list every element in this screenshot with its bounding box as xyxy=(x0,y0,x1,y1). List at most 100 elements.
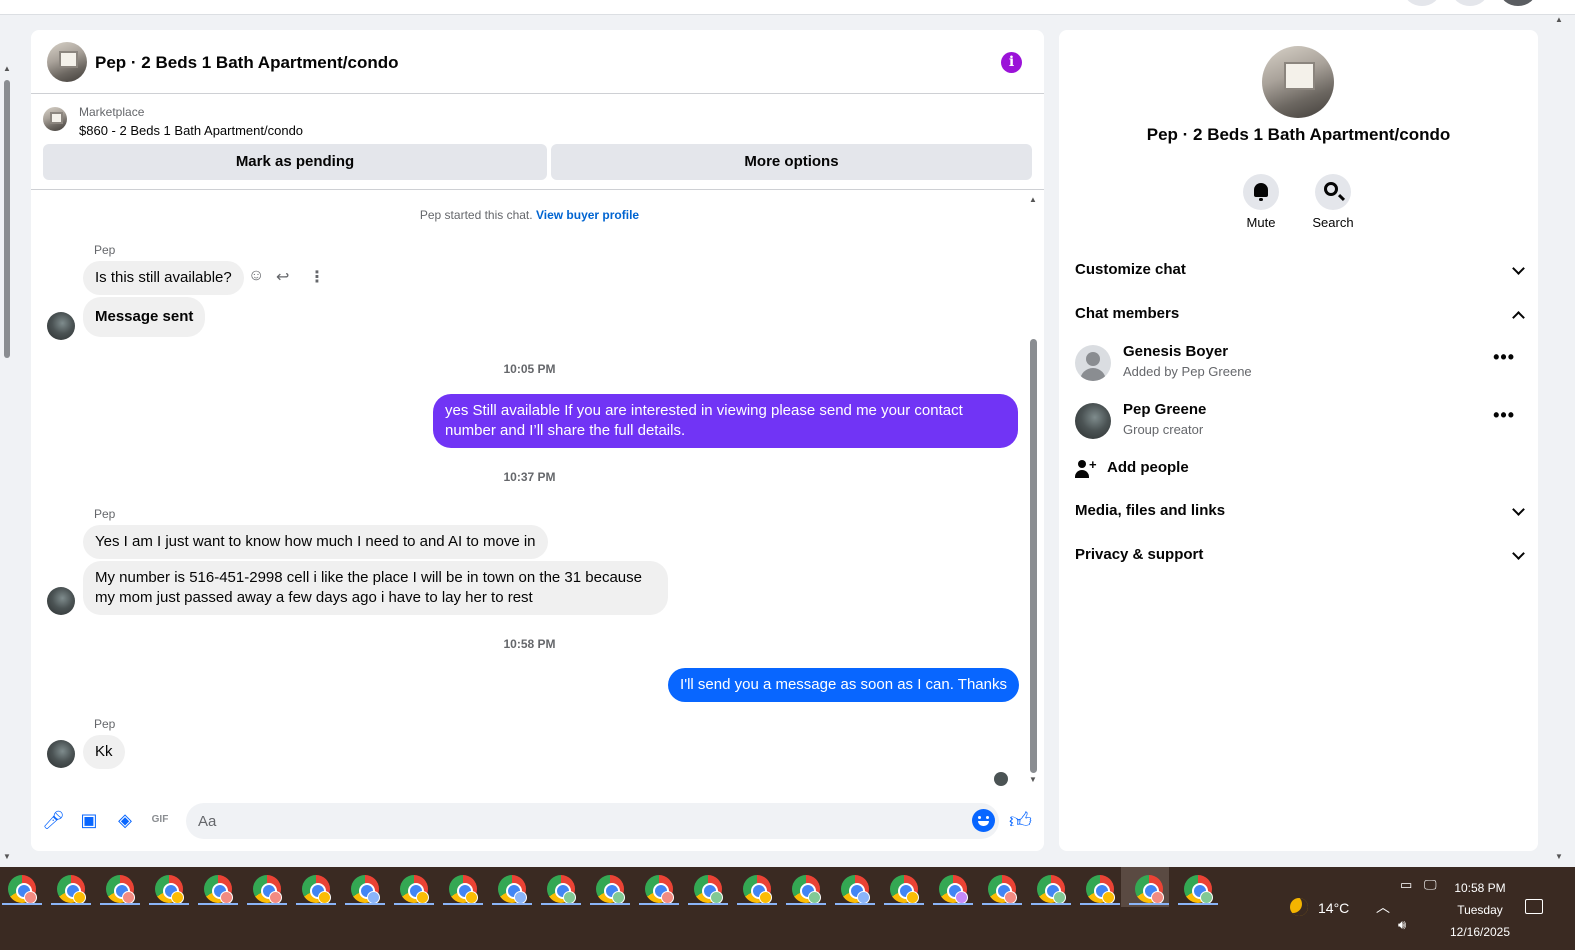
chrome-profile-icon[interactable] xyxy=(547,875,576,904)
emoji-icon[interactable] xyxy=(972,809,995,832)
scroll-up-arrow-icon[interactable]: ▲ xyxy=(1555,15,1563,24)
running-indicator xyxy=(982,903,1022,905)
chrome-profile-icon[interactable] xyxy=(1135,875,1164,904)
scrollbar-thumb[interactable] xyxy=(4,80,10,358)
chevron-down-icon xyxy=(1512,547,1525,560)
chrome-profile-icon[interactable] xyxy=(253,875,282,904)
chrome-profile-icon[interactable] xyxy=(841,875,870,904)
member-avatar xyxy=(1075,403,1111,439)
incoming-message[interactable]: Message sent xyxy=(83,297,206,337)
thumbs-up-icon[interactable]: 👍︎ xyxy=(1009,807,1032,834)
timestamp: 10:37 PM xyxy=(503,470,556,484)
sender-avatar[interactable] xyxy=(47,312,75,340)
react-icon[interactable]: ☺ xyxy=(248,267,264,285)
search-button[interactable]: Search xyxy=(1303,174,1363,230)
listing-thumbnail[interactable] xyxy=(43,107,67,131)
message-input-box[interactable] xyxy=(186,803,999,839)
message-input[interactable] xyxy=(198,803,958,839)
reply-icon[interactable]: ↩ xyxy=(276,267,289,287)
listing-price-title[interactable]: $860 - 2 Beds 1 Bath Apartment/condo xyxy=(79,123,303,138)
chrome-profile-icon[interactable] xyxy=(302,875,331,904)
chat-title[interactable]: Pep · 2 Beds 1 Bath Apartment/condo xyxy=(95,53,399,73)
chrome-profile-icon[interactable] xyxy=(939,875,968,904)
chat-members-section[interactable]: Chat members xyxy=(1075,305,1525,329)
scrollbar-thumb[interactable] xyxy=(1030,339,1037,773)
chrome-profile-icon[interactable] xyxy=(8,875,37,904)
more-options-icon[interactable]: ••• xyxy=(1493,347,1515,368)
chevron-down-icon xyxy=(1512,503,1525,516)
photo-icon[interactable]: ▣ xyxy=(78,809,100,831)
running-indicator xyxy=(884,903,924,905)
scroll-up-arrow-icon[interactable]: ▲ xyxy=(1029,195,1037,204)
chrome-profile-icon[interactable] xyxy=(498,875,527,904)
volume-icon[interactable]: 🔊︎ xyxy=(1398,917,1406,933)
privacy-support-section[interactable]: Privacy & support xyxy=(1075,546,1525,570)
sticker-icon[interactable]: ◈ xyxy=(114,809,136,831)
chrome-profile-icon[interactable] xyxy=(596,875,625,904)
gif-icon[interactable]: GIF xyxy=(149,809,171,831)
member-row[interactable]: Genesis Boyer Added by Pep Greene ••• xyxy=(1075,343,1523,383)
chrome-profile-icon[interactable] xyxy=(204,875,233,904)
incoming-message[interactable]: Yes I am I just want to know how much I … xyxy=(83,525,548,559)
chrome-profile-icon[interactable] xyxy=(106,875,135,904)
mute-button[interactable]: Mute xyxy=(1231,174,1291,230)
chrome-profile-icon[interactable] xyxy=(645,875,674,904)
incoming-message[interactable]: Is this still available? xyxy=(83,261,244,295)
scroll-up-arrow-icon[interactable]: ▲ xyxy=(3,64,11,73)
page-scrollbar[interactable]: ▲ ▼ xyxy=(0,62,14,867)
default-avatar xyxy=(1075,345,1111,381)
window-scrollbar[interactable]: ▲ ▼ xyxy=(1552,15,1566,867)
chrome-profile-icon[interactable] xyxy=(449,875,478,904)
incoming-message[interactable]: Kk xyxy=(83,735,125,769)
chrome-profile-icon[interactable] xyxy=(988,875,1017,904)
network-icon[interactable]: 🖵︎ xyxy=(1424,877,1437,893)
search-icon xyxy=(1324,182,1338,196)
weather-widget[interactable]: 14°C xyxy=(1290,895,1349,916)
notification-icon[interactable] xyxy=(1525,899,1543,914)
scroll-down-arrow-icon[interactable]: ▼ xyxy=(3,852,11,861)
chrome-profile-icon[interactable] xyxy=(1086,875,1115,904)
chrome-profile-icon[interactable] xyxy=(1037,875,1066,904)
system-clock[interactable]: 10:58 PM Tuesday 12/16/2025 xyxy=(1440,877,1520,943)
chat-scrollbar[interactable]: ▲ ▼ xyxy=(1028,195,1040,785)
media-files-links-section[interactable]: Media, files and links xyxy=(1075,502,1525,526)
moon-icon xyxy=(1290,898,1308,916)
outgoing-message[interactable]: yes Still available If you are intereste… xyxy=(433,394,1018,448)
chrome-profile-icon[interactable] xyxy=(1184,875,1213,904)
chevron-up-icon[interactable]: ︿ xyxy=(1376,897,1390,917)
chrome-profile-icon[interactable] xyxy=(694,875,723,904)
chrome-profile-icon[interactable] xyxy=(351,875,380,904)
incoming-message[interactable]: My number is 516-451-2998 cell i like th… xyxy=(83,561,668,615)
microphone-icon[interactable]: 🎤︎ xyxy=(42,809,65,831)
sender-avatar[interactable] xyxy=(47,740,75,768)
chrome-profile-icon[interactable] xyxy=(155,875,184,904)
listing-avatar[interactable] xyxy=(47,42,87,82)
more-options-button[interactable]: More options xyxy=(551,144,1032,180)
top-action-icon[interactable] xyxy=(1404,0,1440,6)
clock-day: Tuesday xyxy=(1457,903,1503,917)
more-options-icon[interactable]: ••• xyxy=(1493,405,1515,426)
scroll-down-arrow-icon[interactable]: ▼ xyxy=(1555,852,1563,861)
chrome-profile-icon[interactable] xyxy=(57,875,86,904)
seen-indicator-avatar xyxy=(994,772,1008,786)
scroll-down-arrow-icon[interactable]: ▼ xyxy=(1029,775,1037,784)
customize-chat-section[interactable]: Customize chat xyxy=(1075,261,1525,285)
info-icon[interactable]: i xyxy=(1001,52,1022,73)
meet-icon[interactable]: ▭ xyxy=(1400,877,1412,893)
member-row[interactable]: Pep Greene Group creator ••• xyxy=(1075,401,1523,441)
chat-members-label: Chat members xyxy=(1075,305,1180,322)
chrome-profile-icon[interactable] xyxy=(792,875,821,904)
sender-name: Pep xyxy=(94,243,116,257)
chrome-profile-icon[interactable] xyxy=(743,875,772,904)
view-buyer-profile-link[interactable]: View buyer profile xyxy=(536,208,639,222)
running-indicator xyxy=(443,903,483,905)
chrome-profile-icon[interactable] xyxy=(890,875,919,904)
top-action-icon[interactable] xyxy=(1452,0,1488,6)
outgoing-message[interactable]: I'll send you a message as soon as I can… xyxy=(668,668,1019,702)
chrome-profile-icon[interactable] xyxy=(400,875,429,904)
listing-photo[interactable] xyxy=(1262,46,1334,118)
more-actions-icon[interactable]: ⋮ xyxy=(309,267,325,287)
profile-avatar[interactable] xyxy=(1500,0,1536,6)
sender-avatar[interactable] xyxy=(47,587,75,615)
mark-as-pending-button[interactable]: Mark as pending xyxy=(43,144,547,180)
